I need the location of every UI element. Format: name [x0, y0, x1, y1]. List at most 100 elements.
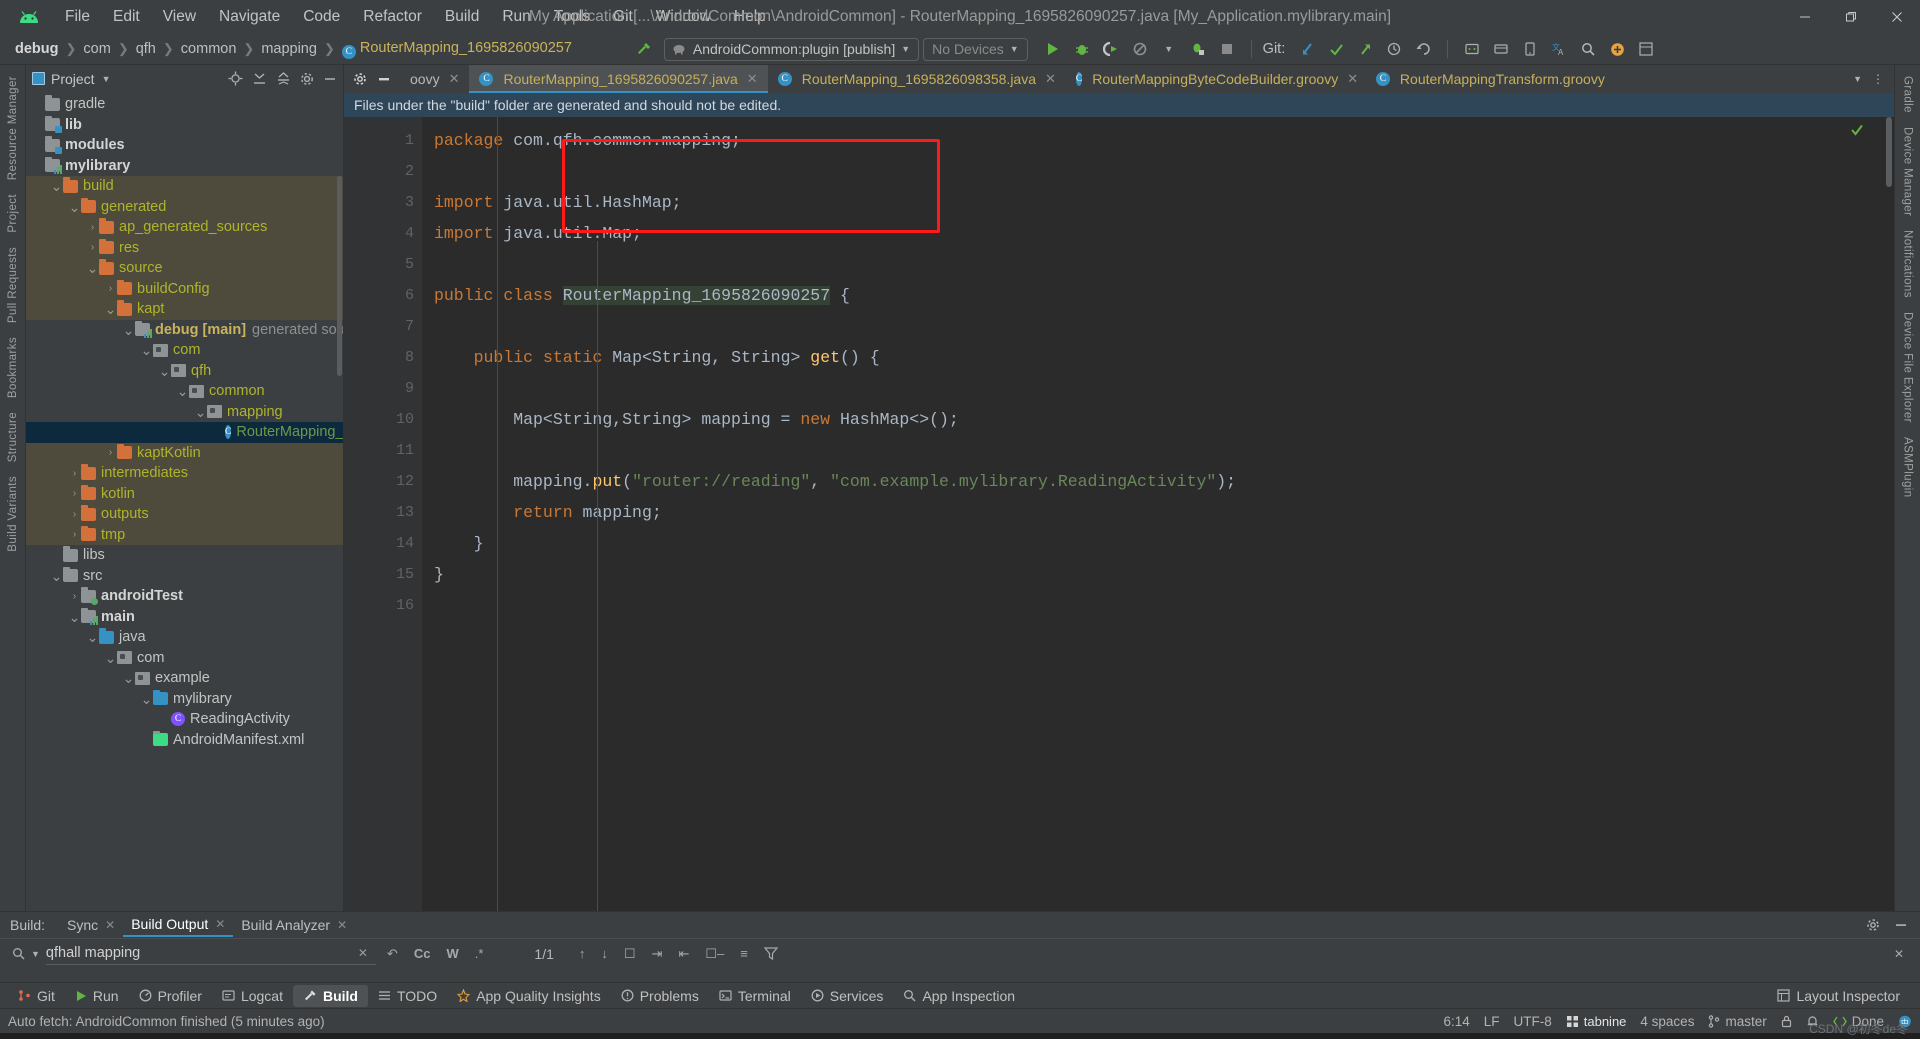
plugin-update-icon[interactable]: [1604, 37, 1630, 61]
prev-match-icon[interactable]: ↑: [574, 946, 591, 961]
search-refresh-icon[interactable]: ↶: [382, 946, 403, 962]
menu-bar[interactable]: File Edit View Navigate Code Refactor Bu…: [54, 4, 777, 30]
caret-position[interactable]: 6:14: [1443, 1014, 1469, 1029]
whole-words-toggle[interactable]: W: [441, 946, 463, 961]
chevron-down-icon[interactable]: ⌄: [140, 343, 153, 357]
locate-file-icon[interactable]: [228, 71, 243, 86]
tree-row[interactable]: › kaptKotlin: [26, 442, 343, 463]
rail-project[interactable]: Project: [7, 187, 19, 240]
debug-icon[interactable]: [1069, 37, 1095, 61]
rail-device-manager[interactable]: Device Manager: [1902, 120, 1914, 223]
minimize-icon[interactable]: [1782, 0, 1828, 34]
toggle-tasks-icon[interactable]: ☐–: [700, 946, 729, 962]
settings-gear-icon[interactable]: [1866, 918, 1880, 932]
tab-groovy-partial[interactable]: oovy ✕: [400, 65, 469, 93]
code-viewport[interactable]: 1 2 3 4 5 6 7 8 9 10 11 12 13 14 15 16 package com.qfh.…: [344, 117, 1894, 911]
tab-menu-icon[interactable]: ⋮: [1872, 72, 1884, 86]
chevron-down-icon[interactable]: ▼: [102, 74, 111, 84]
tree-row[interactable]: ⌄ com: [26, 340, 343, 361]
history-icon[interactable]: [1381, 37, 1407, 61]
code-line[interactable]: }: [434, 528, 1894, 559]
search-input[interactable]: qfhall mapping ✕: [45, 943, 376, 965]
breadcrumb-class[interactable]: C RouterMapping_1695826090257: [337, 38, 577, 61]
close-icon[interactable]: ✕: [747, 71, 758, 87]
close-icon[interactable]: ✕: [449, 71, 460, 87]
tree-scrollbar[interactable]: [337, 176, 342, 376]
close-icon[interactable]: ✕: [215, 917, 225, 931]
tree-row[interactable]: ⌄ example: [26, 668, 343, 689]
highlighted-class-name[interactable]: RouterMapping_1695826090257: [562, 286, 831, 305]
tree-row[interactable]: ⌄ source: [26, 258, 343, 279]
menu-file[interactable]: File: [54, 4, 101, 30]
rail-resource-manager[interactable]: Resource Manager: [7, 69, 19, 187]
hide-panel-icon[interactable]: [1894, 918, 1908, 932]
chevron-right-icon[interactable]: ›: [68, 529, 81, 540]
device-explorer-icon[interactable]: [1517, 37, 1543, 61]
collapse-all-icon[interactable]: [276, 71, 291, 86]
expand-tree-icon[interactable]: ⇥: [647, 946, 668, 962]
chevron-right-icon[interactable]: ›: [86, 242, 99, 253]
tree-row[interactable]: ⌄ build: [26, 176, 343, 197]
next-match-icon[interactable]: ↓: [596, 946, 613, 961]
rail-gradle[interactable]: Gradle: [1902, 69, 1914, 120]
chevron-down-icon[interactable]: ⌄: [122, 323, 135, 337]
tool-build[interactable]: Build: [292, 984, 368, 1007]
tree-row[interactable]: › intermediates: [26, 463, 343, 484]
menu-run[interactable]: Run: [491, 4, 541, 30]
coverage-chevron-icon[interactable]: ▼: [1156, 37, 1182, 61]
tree-row[interactable]: mylibrary: [26, 156, 343, 177]
code-line[interactable]: [434, 249, 1894, 280]
open-in-find-window-icon[interactable]: ☐: [619, 946, 641, 962]
tool-app-inspection[interactable]: App Inspection: [893, 985, 1025, 1007]
clear-search-icon[interactable]: ✕: [358, 946, 376, 960]
tree-row[interactable]: ⌄ src: [26, 566, 343, 587]
chevron-right-icon[interactable]: ›: [68, 591, 81, 602]
close-icon[interactable]: ✕: [105, 918, 115, 932]
close-icon[interactable]: [1874, 0, 1920, 34]
code-line[interactable]: [434, 435, 1894, 466]
tree-row[interactable]: ⌄ kapt: [26, 299, 343, 320]
code-line[interactable]: import java.util.Map;: [434, 218, 1894, 249]
chevron-down-icon[interactable]: ▼: [1853, 74, 1862, 84]
expand-all-icon[interactable]: [252, 71, 267, 86]
chevron-right-icon[interactable]: ›: [104, 447, 117, 458]
code-line[interactable]: Map<String,String> mapping = new HashMap…: [434, 404, 1894, 435]
tree-row[interactable]: › androidTest: [26, 586, 343, 607]
git-push-icon[interactable]: [1352, 37, 1378, 61]
tree-row[interactable]: gradle: [26, 94, 343, 115]
chevron-down-icon[interactable]: ⌄: [194, 405, 207, 419]
menu-navigate[interactable]: Navigate: [208, 4, 291, 30]
tree-row[interactable]: › res: [26, 237, 343, 258]
layout-editor-icon[interactable]: [1633, 37, 1659, 61]
close-icon[interactable]: ✕: [1347, 71, 1358, 87]
tree-row[interactable]: ⌄ generated: [26, 196, 343, 217]
search-icon[interactable]: [1575, 37, 1601, 61]
code-line[interactable]: public static Map<String, String> get() …: [434, 342, 1894, 373]
tree-row[interactable]: ⌄ java: [26, 627, 343, 648]
chevron-right-icon[interactable]: ›: [68, 509, 81, 520]
chevron-down-icon[interactable]: ⌄: [122, 671, 135, 685]
close-search-icon[interactable]: ✕: [1894, 947, 1904, 961]
tree-row[interactable]: ⌄ debug [main] generated sources ro: [26, 320, 343, 341]
apply-changes-icon[interactable]: [1185, 37, 1211, 61]
collapse-tree-icon[interactable]: ⇤: [673, 946, 694, 962]
match-case-toggle[interactable]: Cc: [409, 946, 436, 961]
chevron-right-icon[interactable]: ›: [104, 283, 117, 294]
tree-row[interactable]: › outputs: [26, 504, 343, 525]
sdk-manager-icon[interactable]: [1488, 37, 1514, 61]
chevron-right-icon[interactable]: ›: [86, 222, 99, 233]
tree-row[interactable]: C RouterMapping_169: [26, 422, 343, 443]
breadcrumb-qfh[interactable]: qfh: [131, 39, 161, 59]
rail-bookmarks[interactable]: Bookmarks: [7, 330, 19, 405]
tree-row[interactable]: ⌄ qfh: [26, 361, 343, 382]
window-controls[interactable]: [1782, 0, 1920, 34]
tab-routermapping-1695826098358[interactable]: C RouterMapping_1695826098358.java ✕: [768, 65, 1066, 93]
chevron-down-icon[interactable]: ⌄: [86, 261, 99, 275]
minimize-panel-icon[interactable]: [377, 72, 391, 86]
menu-git[interactable]: Git: [602, 4, 644, 30]
tree-row[interactable]: › tmp: [26, 524, 343, 545]
tree-row[interactable]: › buildConfig: [26, 278, 343, 299]
project-tree[interactable]: gradle lib modules mylibrary ⌄ build ⌄ generate…: [26, 92, 343, 911]
menu-build[interactable]: Build: [434, 4, 490, 30]
menu-view[interactable]: View: [152, 4, 207, 30]
